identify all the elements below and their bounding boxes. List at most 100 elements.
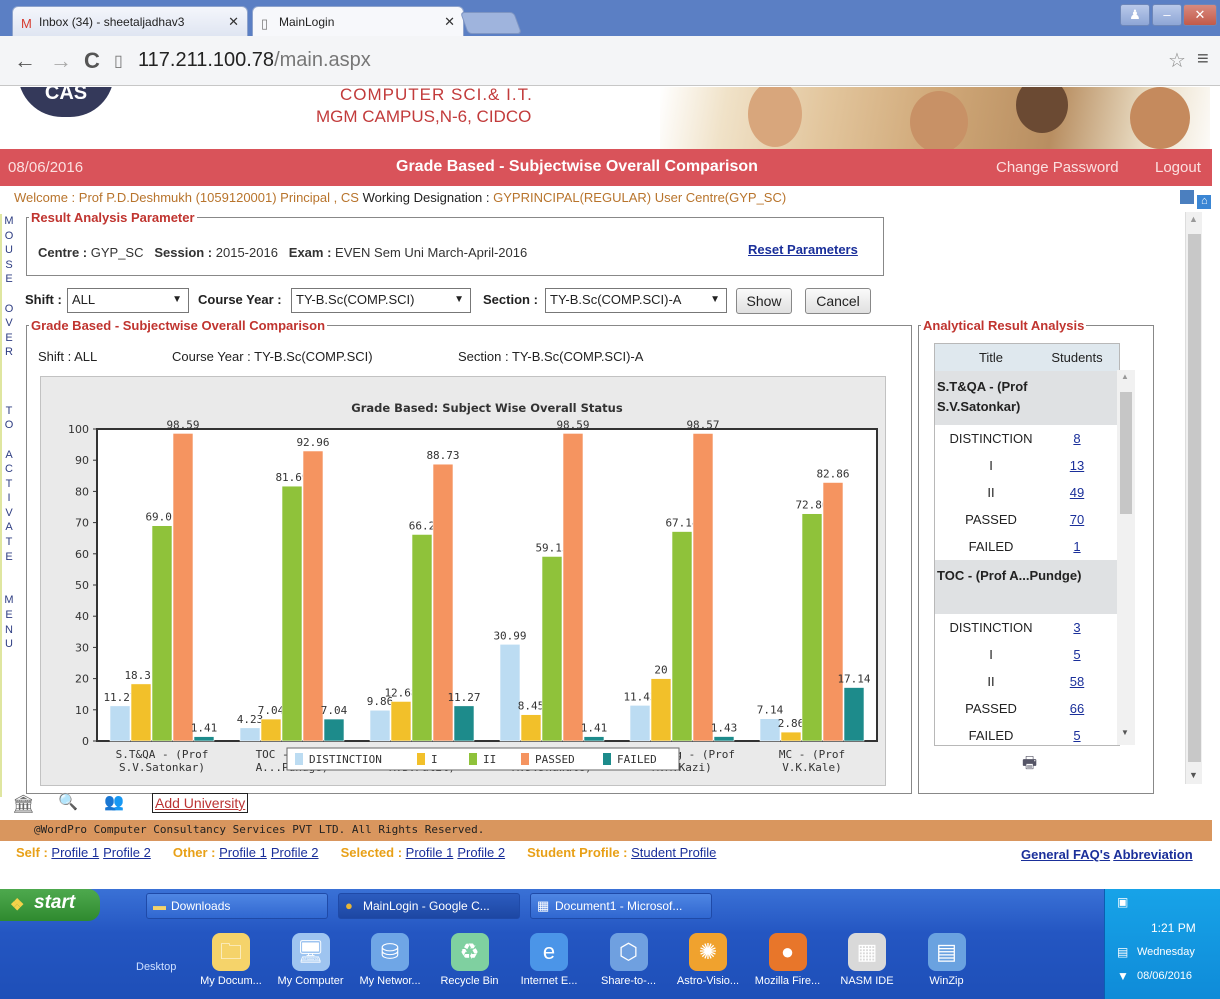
astro-vision-icon[interactable]: ✺ Astro-Visio...: [671, 933, 745, 987]
page-scroll-thumb[interactable]: [1188, 234, 1201, 762]
students-count-link[interactable]: 3: [1047, 620, 1107, 635]
windows-logo-icon: ❖: [10, 897, 25, 914]
other-profile-2-link[interactable]: Profile 2: [271, 845, 319, 860]
sidebar-letter: V: [5, 317, 13, 330]
bar-i: [130, 683, 152, 742]
page-icon: ▯: [114, 53, 123, 70]
row-title: I: [989, 458, 993, 473]
task-word[interactable]: ▦ Document1 - Microsof...: [530, 893, 712, 919]
gmail-icon: M: [21, 16, 32, 31]
students-count-link[interactable]: 8: [1047, 431, 1107, 446]
section-select[interactable]: TY-B.Sc(COMP.SCI)-A ▼: [545, 288, 727, 313]
mouse-over-menu-label[interactable]: MOUSE OVER TO ACTIVATE MENU: [3, 214, 15, 652]
search-icon[interactable]: 🔍: [58, 792, 78, 812]
forward-icon[interactable]: →: [50, 48, 72, 74]
close-tab-icon[interactable]: ✕: [444, 14, 455, 30]
self-profile-1-link[interactable]: Profile 1: [51, 845, 99, 860]
minimize-button[interactable]: –: [1152, 4, 1182, 26]
recycle-bin-icon[interactable]: ♻ Recycle Bin: [433, 933, 507, 987]
print-icon[interactable]: 🖶: [1022, 752, 1037, 779]
data-label: 82.86: [816, 467, 849, 480]
back-icon[interactable]: ←: [14, 48, 36, 74]
star-icon[interactable]: ☆: [1168, 48, 1186, 73]
students-count-link[interactable]: 49: [1047, 485, 1107, 500]
x-tick-label: MC - (Prof: [779, 748, 845, 761]
analysis-row: DISTINCTION 3: [935, 614, 1119, 641]
home-icon[interactable]: ⌂: [1197, 195, 1212, 209]
my-documents-icon[interactable]: 🗀 My Docum...: [194, 933, 268, 987]
shift-select[interactable]: ALL ▼: [67, 288, 189, 313]
show-button[interactable]: Show: [736, 288, 792, 314]
add-university-link[interactable]: Add University: [152, 793, 249, 813]
change-password-link[interactable]: Change Password: [996, 159, 1119, 176]
reset-parameters-link[interactable]: Reset Parameters: [748, 242, 858, 257]
menu-map-icon[interactable]: [1180, 190, 1194, 204]
students-count-link[interactable]: 5: [1047, 728, 1107, 743]
tab-mainlogin[interactable]: ▯ MainLogin ✕: [252, 6, 464, 36]
winzip-icon[interactable]: ▤ WinZip: [910, 933, 984, 987]
start-label: start: [34, 892, 76, 913]
tab-inbox[interactable]: M Inbox (34) - sheetaljadhav3 ✕: [12, 6, 248, 36]
pdf-tray-icon[interactable]: ▤: [1117, 945, 1128, 959]
users-icon[interactable]: 👥: [104, 792, 124, 812]
y-tick-label: 0: [82, 735, 89, 748]
legend-swatch-ii: [469, 753, 477, 765]
legend-swatch-distinction: [295, 753, 303, 765]
sidebar-letter: [3, 433, 15, 448]
bar-i: [260, 718, 282, 742]
student-profile-link[interactable]: Student Profile: [631, 845, 716, 860]
students-count-link[interactable]: 58: [1047, 674, 1107, 689]
page-scrollbar[interactable]: ▲ ▼: [1185, 212, 1202, 784]
students-count-link[interactable]: 66: [1047, 701, 1107, 716]
logout-link[interactable]: Logout: [1155, 159, 1201, 176]
students-count-link[interactable]: 5: [1047, 647, 1107, 662]
students-count-link[interactable]: 70: [1047, 512, 1107, 527]
sidebar-letter: V: [5, 506, 13, 519]
self-profile-2-link[interactable]: Profile 2: [103, 845, 151, 860]
bar-passed: [822, 482, 844, 742]
selected-profile-1-link[interactable]: Profile 1: [406, 845, 454, 860]
students-count-link[interactable]: 1: [1047, 539, 1107, 554]
university-icon[interactable]: 🏛: [12, 794, 35, 815]
user-icon[interactable]: ♟: [1120, 4, 1150, 26]
menu-icon[interactable]: ≡: [1197, 48, 1209, 71]
close-window-button[interactable]: ✕: [1183, 4, 1217, 26]
reload-icon[interactable]: C: [84, 48, 100, 74]
firefox-icon[interactable]: ● Mozilla Fire...: [751, 933, 825, 987]
icon-label: Internet E...: [520, 975, 578, 987]
plot-area: [96, 428, 878, 742]
task-downloads[interactable]: ▬ Downloads: [146, 893, 328, 919]
close-tab-icon[interactable]: ✕: [228, 14, 239, 30]
bar-failed: [583, 736, 605, 742]
selected-profile-2-link[interactable]: Profile 2: [457, 845, 505, 860]
nasm-ide-icon[interactable]: ▦ NASM IDE: [830, 933, 904, 987]
sidebar-letter: [3, 287, 15, 302]
students-count-link[interactable]: 13: [1047, 458, 1107, 473]
data-label: 98.59: [166, 418, 199, 431]
table-scrollbar[interactable]: ▲ ▼: [1117, 370, 1135, 745]
icon-glyph: ♻: [450, 933, 489, 971]
faq-link[interactable]: General FAQ's: [1021, 847, 1110, 862]
row-title: II: [987, 485, 995, 500]
task-chrome[interactable]: ● MainLogin - Google C...: [338, 893, 520, 919]
browser-titlebar: M Inbox (34) - sheetaljadhav3 ✕ ▯ MainLo…: [0, 0, 1220, 36]
abbreviation-link[interactable]: Abbreviation: [1113, 847, 1192, 862]
y-tick-label: 20: [75, 673, 89, 686]
legend-swatch-failed: [603, 753, 611, 765]
start-button[interactable]: ❖ start: [0, 889, 100, 921]
url-input[interactable]: ▯ 117.211.100.78/main.aspx: [108, 45, 1158, 75]
new-tab-button[interactable]: [459, 12, 523, 34]
row-title: II: [987, 674, 995, 689]
network-icon[interactable]: ▣: [1117, 895, 1128, 909]
share-to-icon[interactable]: ⬡ Share-to-...: [592, 933, 666, 987]
scroll-thumb[interactable]: [1120, 392, 1132, 514]
internet-explorer-icon[interactable]: e Internet E...: [512, 933, 586, 987]
my-network-icon[interactable]: ⛁ My Networ...: [353, 933, 427, 987]
other-profile-1-link[interactable]: Profile 1: [219, 845, 267, 860]
course-select[interactable]: TY-B.Sc(COMP.SCI) ▼: [291, 288, 471, 313]
shield-tray-icon[interactable]: ▼: [1117, 969, 1129, 983]
my-computer-icon[interactable]: 🖥 My Computer: [274, 933, 348, 987]
sidebar-letter: T: [5, 477, 13, 490]
panel-legend: Analytical Result Analysis: [923, 318, 1085, 333]
cancel-button[interactable]: Cancel: [805, 288, 871, 314]
